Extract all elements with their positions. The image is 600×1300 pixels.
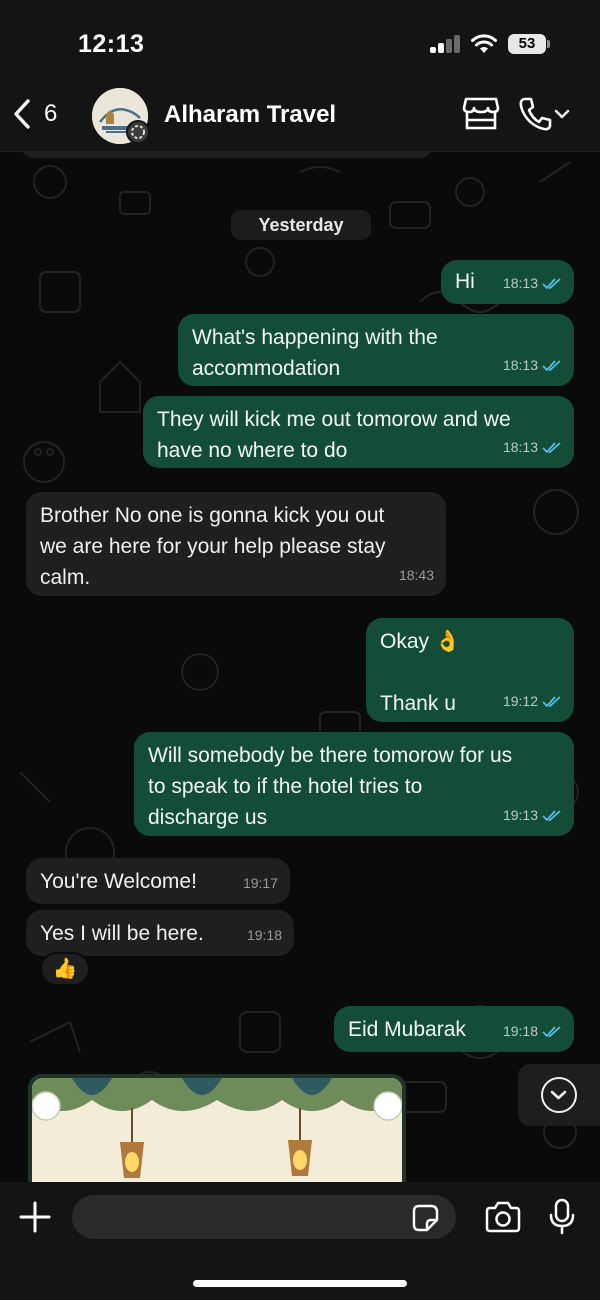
message-meta: 19:13 [503,800,562,831]
message-time: 19:18 [246,927,282,943]
unread-count: 6 [44,100,58,127]
message-time: 19:18 [502,1023,538,1039]
chevron-left-icon [14,99,30,129]
message-text: Yes I will be here. [40,922,204,945]
message-text: What's happening with the accommodation [192,326,438,380]
message-text: You're Welcome! [40,870,197,893]
message-time: 18:43 [398,567,434,583]
message-time: 19:17 [242,875,278,891]
message-bubble-incoming[interactable]: Brother No one is gonna kick you out we … [26,492,446,596]
double-check-icon [542,695,561,707]
message-text: Brother No one is gonna kick you out we … [40,504,386,589]
message-text: Hi [455,270,475,293]
image-message[interactable] [28,1074,406,1182]
home-indicator [193,1280,407,1287]
plus-icon[interactable] [18,1200,52,1234]
message-meta: 19:18 [247,920,282,951]
battery-nub [547,40,550,48]
message-bubble-outgoing[interactable]: What's happening with the accommodation … [178,314,574,386]
message-meta: 19:17 [243,868,278,899]
message-time: 19:13 [502,807,538,823]
message-input-bar [0,1182,600,1300]
message-time: 18:13 [502,275,538,291]
message-time: 19:12 [502,693,538,709]
message-bubble-incoming[interactable]: Yes I will be here. 19:18 [26,910,294,956]
date-separator: Yesterday [231,210,371,240]
wifi-icon [471,34,497,53]
chat-area[interactable]: Yesterday Hi 18:13 What's happening with… [0,152,600,1182]
storefront-icon[interactable] [462,96,500,132]
message-meta: 18:13 [503,268,562,299]
double-check-icon [542,809,561,821]
sticker-icon[interactable] [410,1203,440,1233]
double-check-icon [542,1025,561,1037]
chevron-down-circle-icon [541,1077,577,1113]
message-meta: 18:43 [399,560,434,591]
status-ring-icon [126,120,150,144]
double-check-icon [542,277,561,289]
message-bubble-incoming[interactable]: You're Welcome! 19:17 [26,858,290,904]
message-time: 18:13 [502,439,538,455]
scroll-to-bottom-button[interactable] [518,1064,600,1126]
camera-icon[interactable] [484,1201,522,1233]
message-meta: 19:12 [503,686,562,717]
message-input[interactable] [72,1195,456,1239]
status-bar: 12:13 53 [0,0,600,80]
contact-name[interactable]: Alharam Travel [164,101,336,129]
message-text: Okay 👌 Thank u [380,630,461,715]
phone-icon[interactable] [518,96,552,132]
message-text: They will kick me out tomorow and we hav… [157,408,511,462]
microphone-icon[interactable] [549,1198,575,1236]
reaction-thumbs-up[interactable]: 👍 [40,952,90,986]
message-bubble-outgoing[interactable]: Eid Mubarak 19:18 [334,1006,574,1052]
message-bubble-outgoing[interactable]: They will kick me out tomorow and we hav… [143,396,574,468]
battery-indicator: 53 [508,34,546,54]
message-meta: 18:13 [503,432,562,463]
message-meta: 18:13 [503,350,562,381]
message-bubble-outgoing[interactable]: Hi 18:13 [441,260,574,304]
back-button[interactable]: 6 [12,98,57,130]
chat-header: 6 Alharam Travel [0,80,600,152]
status-time: 12:13 [78,30,145,58]
message-text: Eid Mubarak [348,1018,466,1041]
message-bubble-outgoing[interactable]: Okay 👌 Thank u 19:12 [366,618,574,722]
previous-message-stub [20,152,434,158]
cellular-signal-icon [430,35,462,53]
chevron-down-icon[interactable] [554,108,570,120]
double-check-icon [542,441,561,453]
message-bubble-outgoing[interactable]: Will somebody be there tomorow for us to… [134,732,574,836]
eid-greeting-image [32,1078,402,1182]
message-time: 18:13 [502,357,538,373]
message-text: Will somebody be there tomorow for us to… [148,744,513,829]
double-check-icon [542,359,561,371]
message-meta: 19:18 [503,1016,562,1047]
